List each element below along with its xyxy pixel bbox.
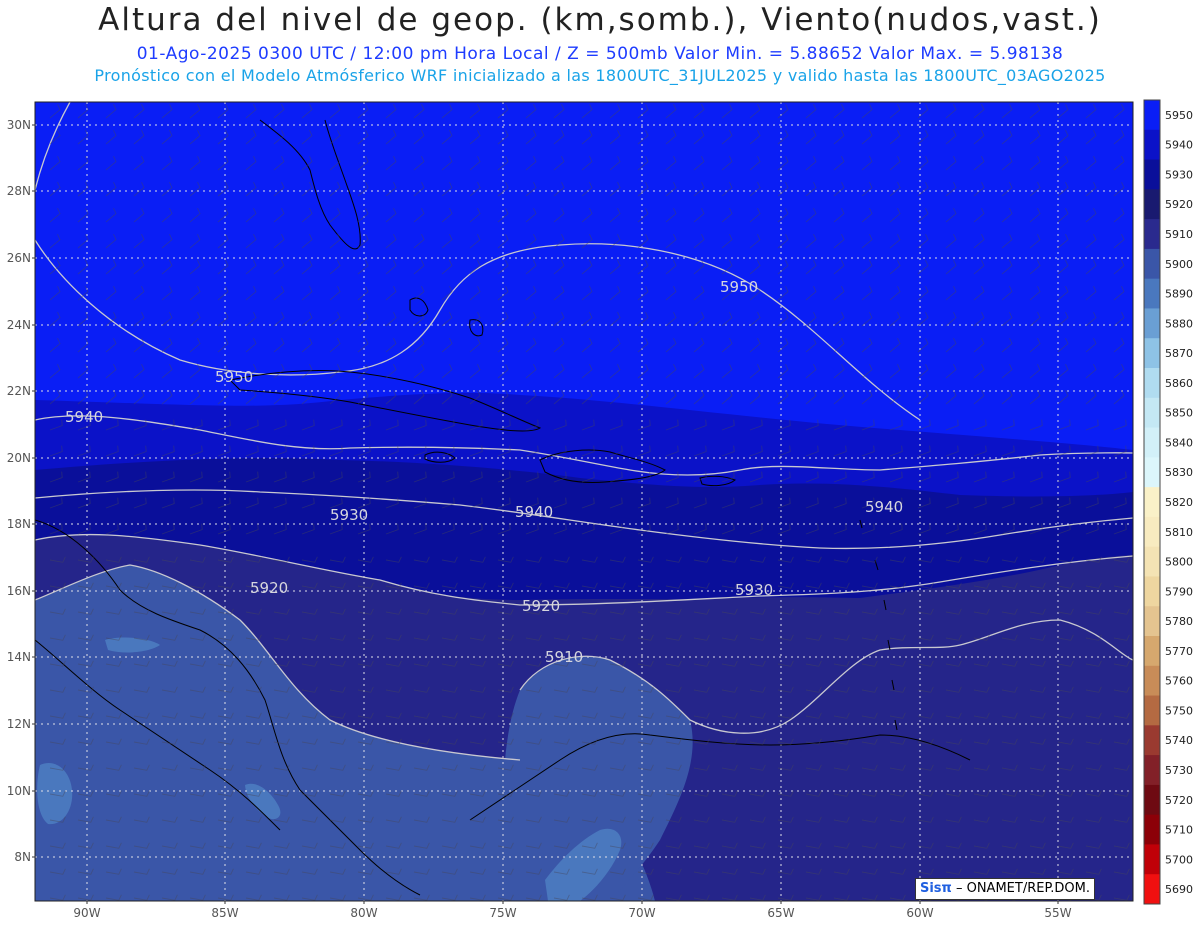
colorbar-swatch xyxy=(1144,516,1160,548)
colorbar-label: 5860 xyxy=(1165,377,1193,390)
credit-text: – ONAMET/REP.DOM. xyxy=(955,881,1090,896)
contour-label: 5940 xyxy=(865,498,903,516)
lat-tick-label: 18N xyxy=(7,517,31,531)
lat-tick-label: 28N xyxy=(7,184,31,198)
colorbar-swatch xyxy=(1144,755,1160,786)
contour-label: 5950 xyxy=(720,278,758,296)
lon-tick-label: 90W xyxy=(73,906,100,920)
colorbar-label: 5810 xyxy=(1165,526,1193,539)
colorbar-label: 5780 xyxy=(1165,615,1193,628)
colorbar-label: 5800 xyxy=(1165,556,1193,569)
colorbar-label: 5890 xyxy=(1165,288,1193,301)
colorbar-swatch xyxy=(1144,219,1160,250)
colorbar: 5950 5940 5930 5920 5910 5900 5890 5880 5870 5860… xyxy=(1143,99,1193,905)
shaded-fields xyxy=(35,102,1133,901)
colorbar-swatch xyxy=(1144,308,1160,339)
colorbar-swatch xyxy=(1144,606,1160,637)
colorbar-swatch xyxy=(1144,248,1160,280)
colorbar-swatch xyxy=(1144,814,1160,845)
contour-label: 5950 xyxy=(215,368,253,386)
lon-tick-label: 55W xyxy=(1044,906,1071,920)
colorbar-label: 5740 xyxy=(1165,734,1193,747)
colorbar-label: 5730 xyxy=(1165,764,1193,777)
colorbar-label: 5820 xyxy=(1165,496,1193,509)
colorbar-label: 5900 xyxy=(1165,258,1193,271)
lat-tick-label: 8N xyxy=(14,850,31,864)
lon-tick-label: 60W xyxy=(906,906,933,920)
lon-tick-label: 80W xyxy=(350,906,377,920)
lat-tick-label: 14N xyxy=(7,650,31,664)
colorbar-label: 5830 xyxy=(1165,466,1193,479)
colorbar-swatch xyxy=(1144,129,1160,161)
colorbar-swatch xyxy=(1144,189,1160,220)
contour-label: 5940 xyxy=(515,503,553,521)
colorbar-label: 5840 xyxy=(1165,436,1193,449)
colorbar-label: 5950 xyxy=(1165,109,1193,122)
colorbar-swatch xyxy=(1144,546,1160,577)
lat-tick-label: 24N xyxy=(7,318,31,332)
lat-tick-label: 16N xyxy=(7,584,31,598)
contour-label: 5930 xyxy=(330,506,368,524)
colorbar-label: 5770 xyxy=(1165,645,1193,658)
geopotential-map: 5950 5950 5940 5940 5940 5930 5930 5920 … xyxy=(7,99,1193,920)
colorbar-swatch xyxy=(1144,844,1160,875)
colorbar-label: 5710 xyxy=(1165,824,1193,837)
lat-tick-label: 10N xyxy=(7,784,31,798)
colorbar-label: 5940 xyxy=(1165,139,1193,152)
lon-tick-label: 65W xyxy=(767,906,794,920)
sispi-logo: Sisπ xyxy=(919,881,952,896)
colorbar-label: 5920 xyxy=(1165,198,1193,211)
contour-label: 5940 xyxy=(65,408,103,426)
colorbar-swatch xyxy=(1144,100,1160,131)
colorbar-label: 5720 xyxy=(1165,794,1193,807)
colorbar-label: 5910 xyxy=(1165,228,1193,241)
contour-label: 5910 xyxy=(545,648,583,666)
lat-tick-label: 12N xyxy=(7,717,31,731)
colorbar-swatch xyxy=(1144,159,1160,190)
lat-tick-label: 30N xyxy=(7,118,31,132)
colorbar-label: 5930 xyxy=(1165,168,1193,181)
contour-label: 5920 xyxy=(250,579,288,597)
colorbar-swatch xyxy=(1144,665,1160,697)
colorbar-swatch xyxy=(1144,725,1160,756)
colorbar-swatch xyxy=(1144,338,1160,369)
latitude-labels: 30N 28N 26N 24N 22N 20N 18N 16N 14N 12N 10N 8N xyxy=(7,118,35,864)
colorbar-swatch xyxy=(1144,784,1160,816)
colorbar-swatch xyxy=(1144,487,1160,518)
credit-box: Sisπ – ONAMET/REP.DOM. xyxy=(915,878,1095,900)
colorbar-label: 5700 xyxy=(1165,853,1193,866)
colorbar-swatch xyxy=(1144,636,1160,667)
colorbar-swatch xyxy=(1144,457,1160,488)
colorbar-label: 5870 xyxy=(1165,347,1193,360)
lon-tick-label: 75W xyxy=(489,906,516,920)
colorbar-label: 5690 xyxy=(1165,883,1193,896)
longitude-labels: 90W 85W 80W 75W 70W 65W 60W 55W xyxy=(73,901,1072,920)
colorbar-swatch xyxy=(1144,695,1160,726)
colorbar-swatch xyxy=(1144,368,1160,399)
lat-tick-label: 26N xyxy=(7,251,31,265)
lon-tick-label: 85W xyxy=(211,906,238,920)
lat-tick-label: 22N xyxy=(7,384,31,398)
colorbar-swatch xyxy=(1144,427,1160,458)
colorbar-swatch xyxy=(1144,397,1160,429)
contour-label: 5920 xyxy=(522,597,560,615)
contour-label: 5930 xyxy=(735,581,773,599)
colorbar-label: 5850 xyxy=(1165,407,1193,420)
lon-tick-label: 70W xyxy=(628,906,655,920)
colorbar-label: 5760 xyxy=(1165,675,1193,688)
colorbar-label: 5790 xyxy=(1165,585,1193,598)
colorbar-label: 5880 xyxy=(1165,317,1193,330)
colorbar-swatch xyxy=(1144,278,1160,309)
colorbar-swatch xyxy=(1144,576,1160,607)
colorbar-swatch xyxy=(1144,874,1160,905)
lat-tick-label: 20N xyxy=(7,451,31,465)
colorbar-label: 5750 xyxy=(1165,704,1193,717)
